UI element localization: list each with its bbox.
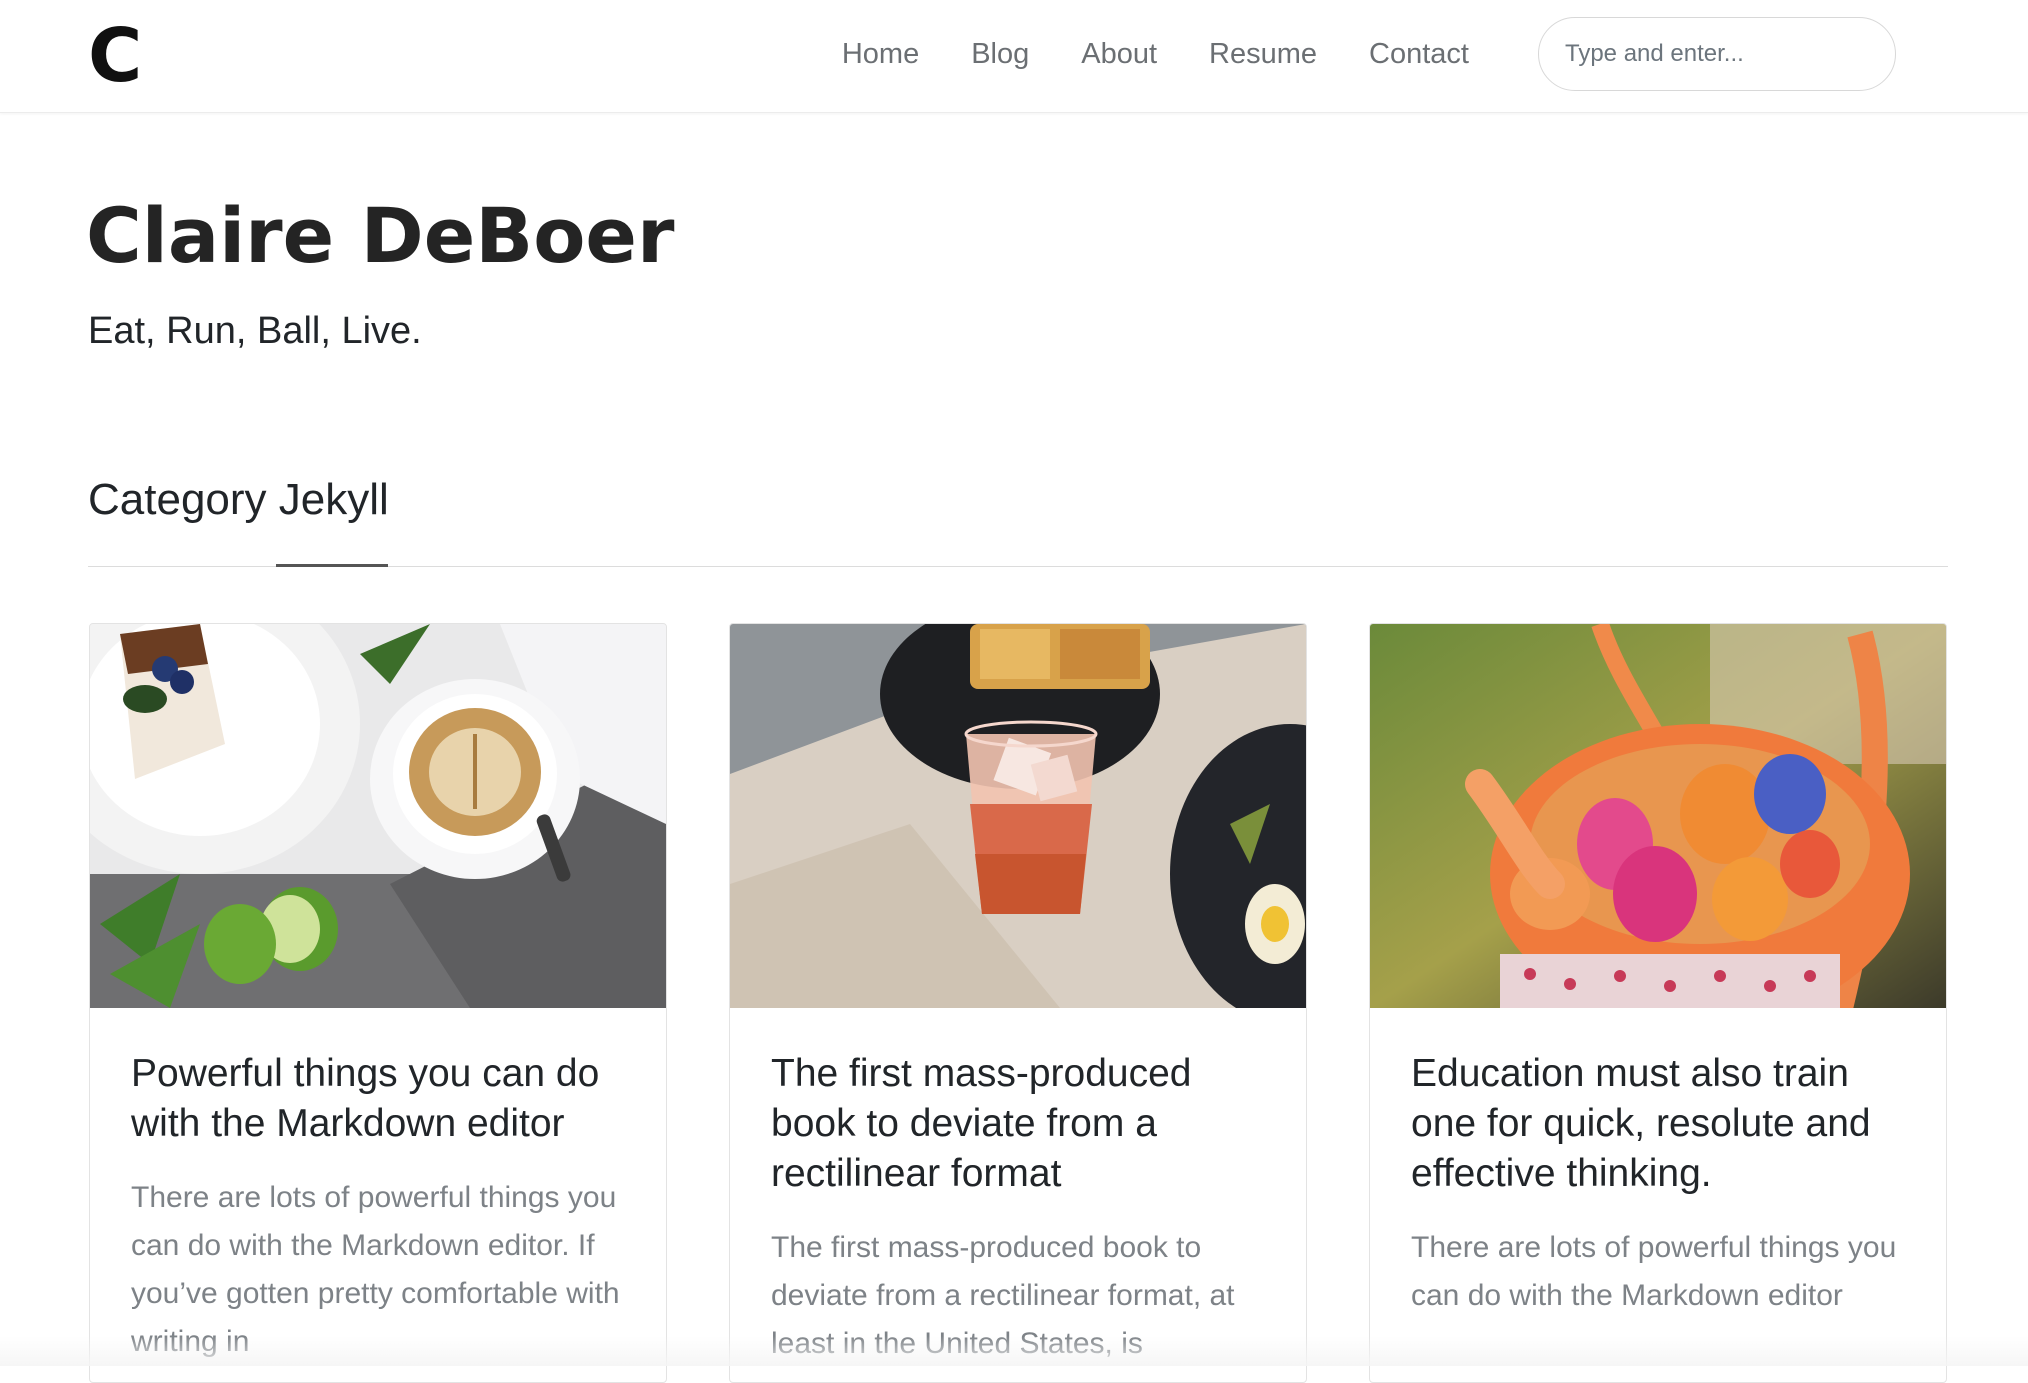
card-title[interactable]: Education must also train one for quick,… bbox=[1411, 1049, 1911, 1199]
section-divider-accent bbox=[276, 564, 388, 567]
nav-link-contact[interactable]: Contact bbox=[1369, 38, 1469, 71]
site-title: Claire DeBoer bbox=[86, 191, 675, 280]
post-card[interactable]: Education must also train one for quick,… bbox=[1369, 623, 1947, 1383]
nav-link-home[interactable]: Home bbox=[842, 38, 919, 71]
site-logo[interactable]: C bbox=[88, 16, 142, 96]
card-image-easter[interactable] bbox=[1370, 624, 1946, 1008]
section-heading: Category Jekyll bbox=[88, 475, 389, 524]
nav-links: Home Blog About Resume Contact bbox=[842, 33, 1469, 75]
nav-link-about[interactable]: About bbox=[1081, 38, 1157, 71]
nav-link-resume[interactable]: Resume bbox=[1209, 38, 1317, 71]
nav-link-blog[interactable]: Blog bbox=[971, 38, 1029, 71]
search-input[interactable] bbox=[1538, 17, 1896, 91]
card-title[interactable]: Powerful things you can do with the Mark… bbox=[131, 1049, 631, 1149]
site-tagline: Eat, Run, Ball, Live. bbox=[88, 310, 422, 352]
navbar: C Home Blog About Resume Contact bbox=[0, 0, 2028, 113]
card-image-cocktail[interactable] bbox=[730, 624, 1306, 1008]
card-image-coffee[interactable] bbox=[90, 624, 666, 1008]
bottom-fade bbox=[0, 1336, 2028, 1366]
post-card[interactable]: Powerful things you can do with the Mark… bbox=[89, 623, 667, 1383]
post-card[interactable]: The first mass-produced book to deviate … bbox=[729, 623, 1307, 1383]
card-title[interactable]: The first mass-produced book to deviate … bbox=[771, 1049, 1271, 1199]
card-excerpt: There are lots of powerful things you ca… bbox=[1411, 1231, 1897, 1312]
